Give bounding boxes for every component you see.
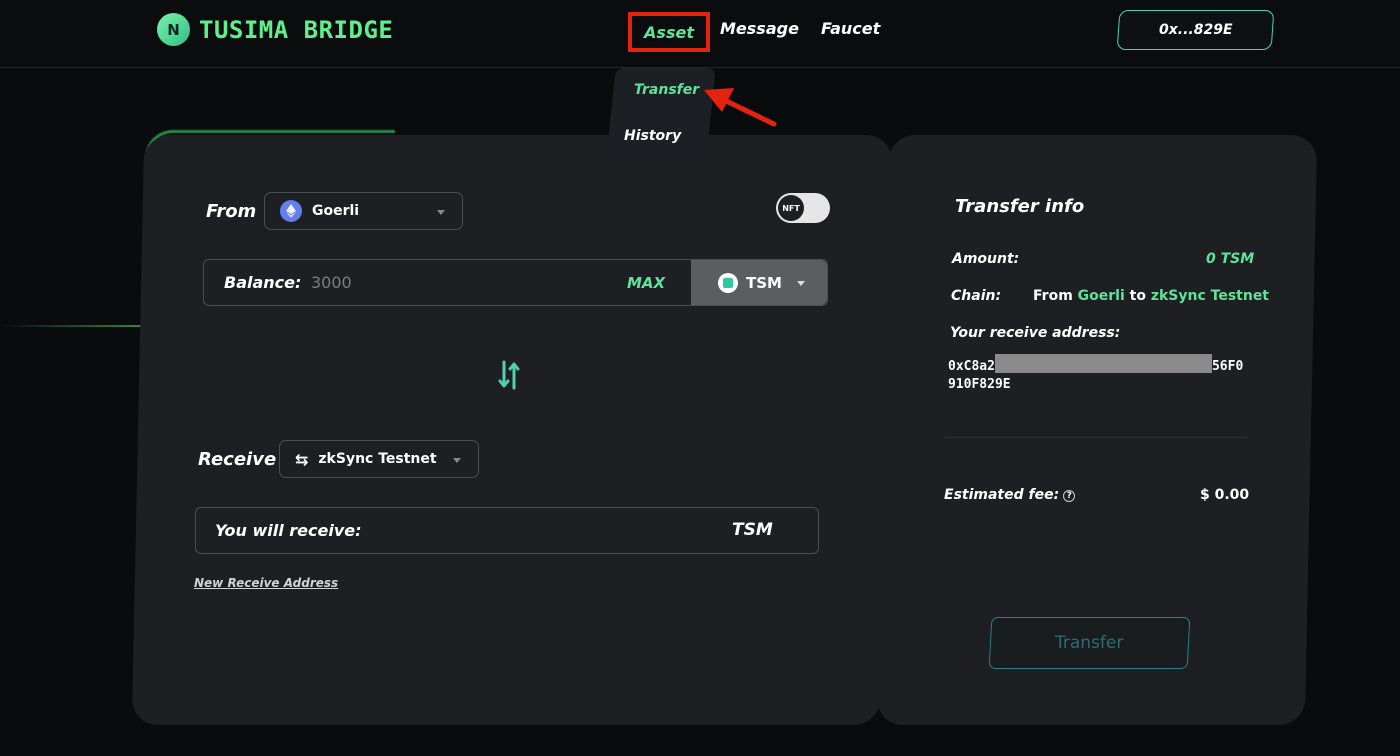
chain-from: Goerli bbox=[1077, 288, 1125, 304]
nav-message[interactable]: Message bbox=[720, 19, 799, 38]
transfer-form-panel bbox=[131, 135, 893, 725]
from-label: From bbox=[206, 201, 257, 222]
divider bbox=[945, 437, 1247, 438]
receive-network-value: zkSync Testnet bbox=[318, 451, 437, 467]
chain-to-word: to bbox=[1129, 288, 1146, 304]
chain-value: From Goerli to zkSync Testnet bbox=[1033, 288, 1269, 304]
address-line2: 910F829E bbox=[948, 377, 1011, 392]
chain-from-prefix: From bbox=[1033, 288, 1073, 304]
chain-to: zkSync Testnet bbox=[1150, 288, 1270, 304]
max-button[interactable]: MAX bbox=[627, 274, 665, 292]
you-will-receive-label: You will receive: bbox=[215, 521, 362, 540]
new-receive-address-link[interactable]: New Receive Address bbox=[194, 576, 338, 590]
from-network-value: Goerli bbox=[312, 203, 360, 219]
tsm-token-icon bbox=[718, 272, 738, 293]
receive-label: Receive bbox=[198, 449, 277, 470]
decorative-glow-line bbox=[0, 325, 145, 327]
transfer-button-label: Transfer bbox=[1055, 633, 1124, 653]
token-value: TSM bbox=[746, 273, 782, 292]
nft-toggle[interactable]: NFT bbox=[776, 193, 830, 223]
nft-toggle-knob: NFT bbox=[778, 195, 804, 221]
receive-network-select[interactable]: ⇆ zkSync Testnet bbox=[279, 440, 479, 478]
address-redaction bbox=[994, 354, 1212, 373]
menu-item-transfer[interactable]: Transfer bbox=[634, 82, 699, 98]
balance-label: Balance: bbox=[224, 273, 302, 292]
estimated-fee-label: Estimated fee:? bbox=[944, 487, 1076, 503]
chevron-down-icon bbox=[437, 210, 445, 215]
brand-logo[interactable]: N TUSIMA BRIDGE bbox=[157, 13, 393, 46]
address-end: 56F0 bbox=[1211, 359, 1244, 374]
amount-label: Amount: bbox=[952, 251, 1020, 267]
receive-address-label: Your receive address: bbox=[950, 325, 1121, 341]
menu-item-history[interactable]: History bbox=[624, 128, 681, 144]
address-start: 0xC8a2 bbox=[948, 359, 995, 374]
nav-faucet[interactable]: Faucet bbox=[821, 19, 880, 38]
receive-token: TSM bbox=[732, 520, 773, 540]
estimated-fee-value: $ 0.00 bbox=[1200, 487, 1250, 503]
zksync-icon: ⇆ bbox=[295, 449, 309, 469]
wallet-address-button[interactable]: 0x...829E bbox=[1116, 10, 1275, 50]
estimated-fee-text: Estimated fee: bbox=[944, 487, 1060, 503]
swap-direction-icon[interactable] bbox=[497, 360, 521, 394]
transfer-info-title: Transfer info bbox=[955, 196, 1085, 217]
from-network-select[interactable]: Goerli bbox=[264, 192, 463, 230]
transfer-button[interactable]: Transfer bbox=[988, 617, 1191, 669]
receive-address-value: 0xC8a2 56F0 910F829E bbox=[948, 354, 1243, 394]
chevron-down-icon bbox=[797, 281, 805, 286]
brand-name: TUSIMA BRIDGE bbox=[199, 15, 394, 44]
annotation-arrow-icon bbox=[700, 84, 780, 134]
wallet-address: 0x...829E bbox=[1158, 22, 1233, 38]
balance-value: 3000 bbox=[311, 273, 352, 292]
chevron-down-icon bbox=[453, 458, 461, 463]
nav-asset[interactable]: Asset bbox=[628, 12, 710, 52]
help-icon[interactable]: ? bbox=[1063, 490, 1076, 502]
ethereum-icon bbox=[280, 200, 302, 222]
amount-value: 0 TSM bbox=[1206, 251, 1255, 267]
tusima-logo-icon: N bbox=[157, 13, 190, 46]
chain-label: Chain: bbox=[951, 288, 1002, 304]
token-select[interactable]: TSM bbox=[691, 260, 827, 305]
